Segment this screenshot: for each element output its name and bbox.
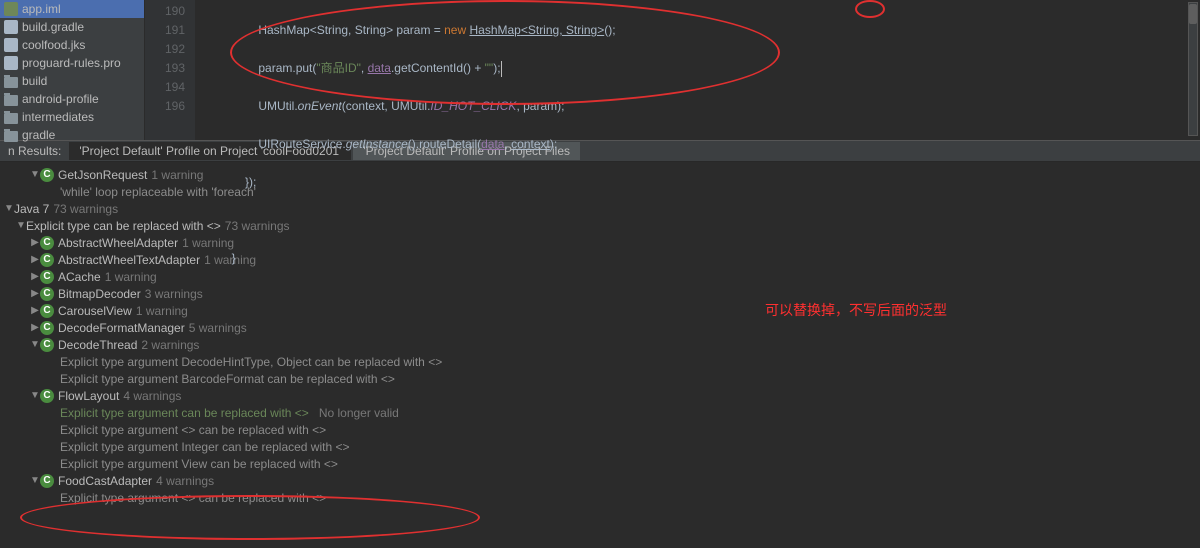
project-file[interactable]: intermediates <box>0 108 144 126</box>
file-icon <box>4 131 18 142</box>
file-label: intermediates <box>22 110 94 124</box>
class-icon: C <box>40 270 54 284</box>
inspection-item[interactable]: Explicit type argument Integer can be re… <box>0 438 1200 455</box>
file-icon <box>4 95 18 106</box>
line-gutter: 190191192193194 196 <box>145 0 195 140</box>
text-caret <box>501 61 502 77</box>
class-icon: C <box>40 304 54 318</box>
project-file[interactable]: coolfood.jks <box>0 36 144 54</box>
inspection-item[interactable]: Explicit type argument View can be repla… <box>0 455 1200 472</box>
annotation-text: 可以替换掉，不写后面的泛型 <box>765 300 947 320</box>
project-file[interactable]: proguard-rules.pro <box>0 54 144 72</box>
class-icon: C <box>40 168 54 182</box>
results-label: n Results: <box>0 144 69 158</box>
project-file[interactable]: android-profile <box>0 90 144 108</box>
file-label: proguard-rules.pro <box>22 56 121 70</box>
project-file[interactable]: build.gradle <box>0 18 144 36</box>
top-area: app.iml build.gradle coolfood.jks proguard-… <box>0 0 1200 140</box>
file-icon <box>4 113 18 124</box>
inspection-item[interactable]: Explicit type argument <> can be replace… <box>0 489 1200 506</box>
file-label: android-profile <box>22 92 99 106</box>
file-label: app.iml <box>22 2 61 16</box>
inspection-item[interactable]: Explicit type argument can be replaced w… <box>0 404 1200 421</box>
file-icon <box>4 20 18 34</box>
inspection-item[interactable]: Explicit type argument BarcodeFormat can… <box>0 370 1200 387</box>
code-editor[interactable]: 190191192193194 196 HashMap<String, Stri… <box>145 0 1200 140</box>
file-icon <box>4 2 18 16</box>
inspection-item[interactable]: CDecodeFormatManager5 warnings <box>0 319 1200 336</box>
inspection-item[interactable]: CDecodeThread2 warnings <box>0 336 1200 353</box>
code-area[interactable]: HashMap<String, String> param = new Hash… <box>195 0 1200 140</box>
project-file[interactable]: build <box>0 72 144 90</box>
class-icon: C <box>40 389 54 403</box>
class-icon: C <box>40 338 54 352</box>
class-icon: C <box>40 474 54 488</box>
file-icon <box>4 56 18 70</box>
file-label: build.gradle <box>22 20 84 34</box>
project-file[interactable]: app.iml <box>0 0 144 18</box>
class-icon: C <box>40 321 54 335</box>
file-icon <box>4 77 18 88</box>
class-icon: C <box>40 253 54 267</box>
inspection-item[interactable]: CFoodCastAdapter4 warnings <box>0 472 1200 489</box>
editor-scrollbar[interactable] <box>1188 2 1198 136</box>
file-label: coolfood.jks <box>22 38 85 52</box>
inspection-item[interactable]: CFlowLayout4 warnings <box>0 387 1200 404</box>
class-icon: C <box>40 236 54 250</box>
file-icon <box>4 38 18 52</box>
file-label: gradle <box>22 128 55 142</box>
project-sidebar: app.iml build.gradle coolfood.jks proguard-… <box>0 0 145 140</box>
file-label: build <box>22 74 47 88</box>
inspection-item[interactable]: Explicit type argument <> can be replace… <box>0 421 1200 438</box>
inspection-item[interactable]: Explicit type argument DecodeHintType, O… <box>0 353 1200 370</box>
class-icon: C <box>40 287 54 301</box>
